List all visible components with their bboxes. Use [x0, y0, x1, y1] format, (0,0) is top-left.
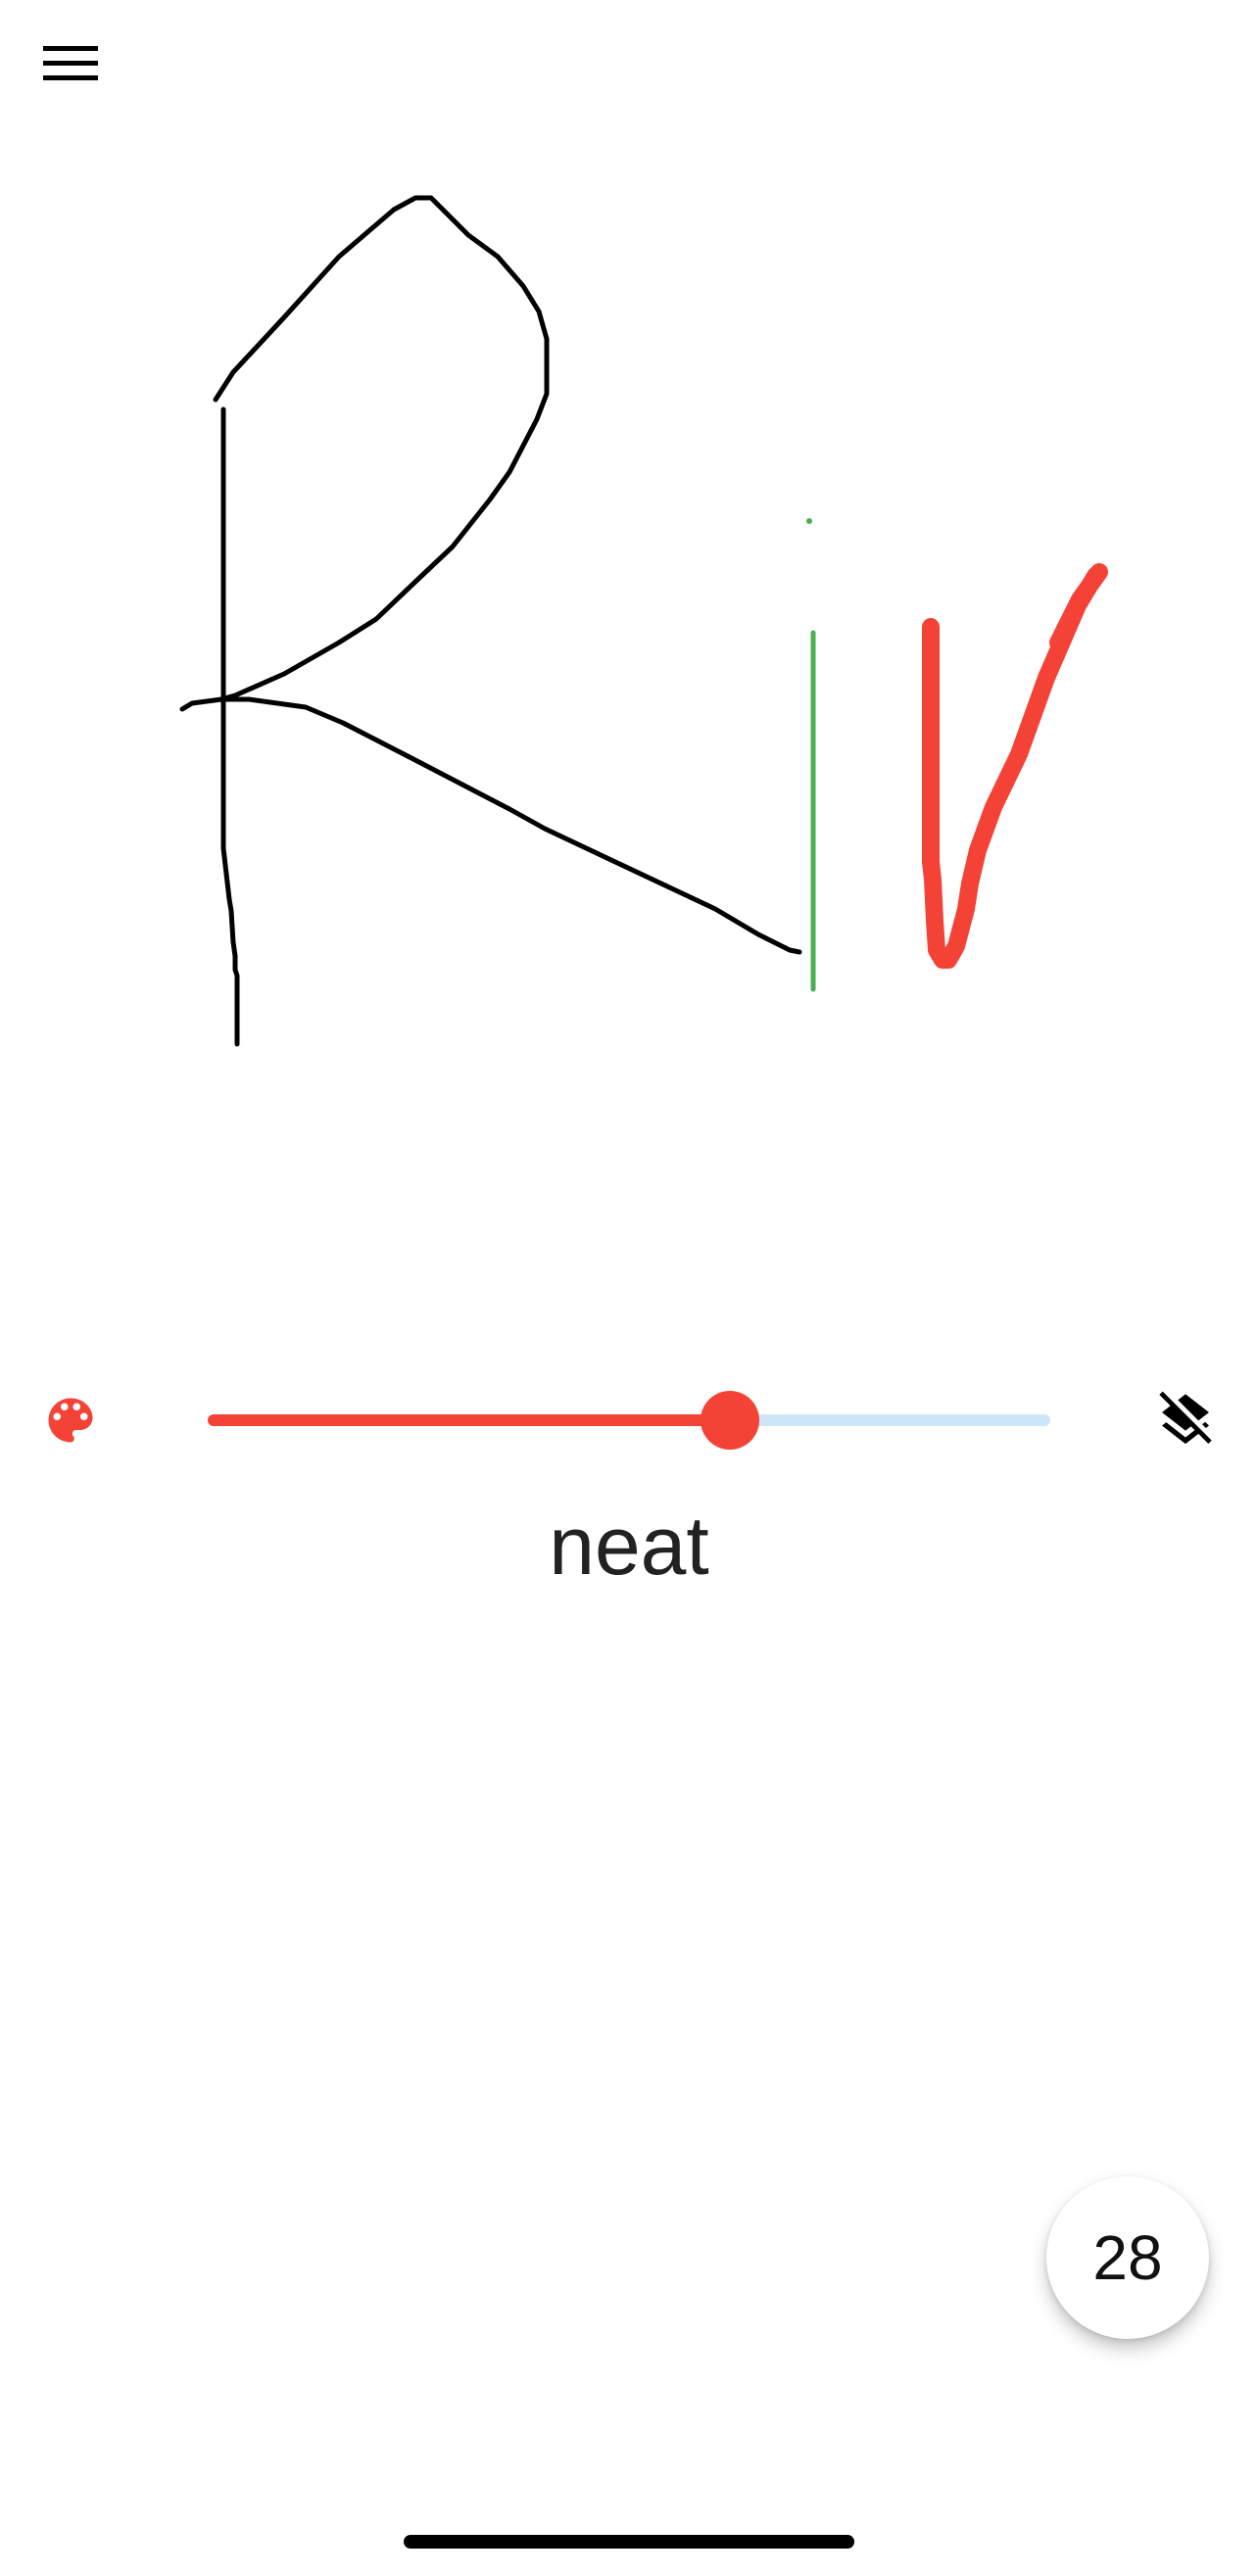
layers-clear-icon [1159, 1391, 1212, 1445]
stroke-black-r [179, 195, 802, 1047]
palette-button[interactable] [33, 1383, 108, 1457]
slider-active-track [208, 1414, 731, 1426]
palette-icon [48, 1398, 93, 1443]
drawing-canvas[interactable] [0, 0, 1258, 1175]
stroke-width-slider[interactable] [208, 1391, 1050, 1450]
home-indicator [404, 2535, 854, 2549]
caption-text: neat [549, 1500, 709, 1592]
clear-layers-button[interactable] [1146, 1381, 1225, 1459]
stroke-count-button[interactable]: 28 [1046, 2176, 1209, 2339]
stroke-green [806, 518, 816, 992]
stroke-red-v [922, 563, 1108, 969]
slider-thumb[interactable] [701, 1391, 760, 1450]
